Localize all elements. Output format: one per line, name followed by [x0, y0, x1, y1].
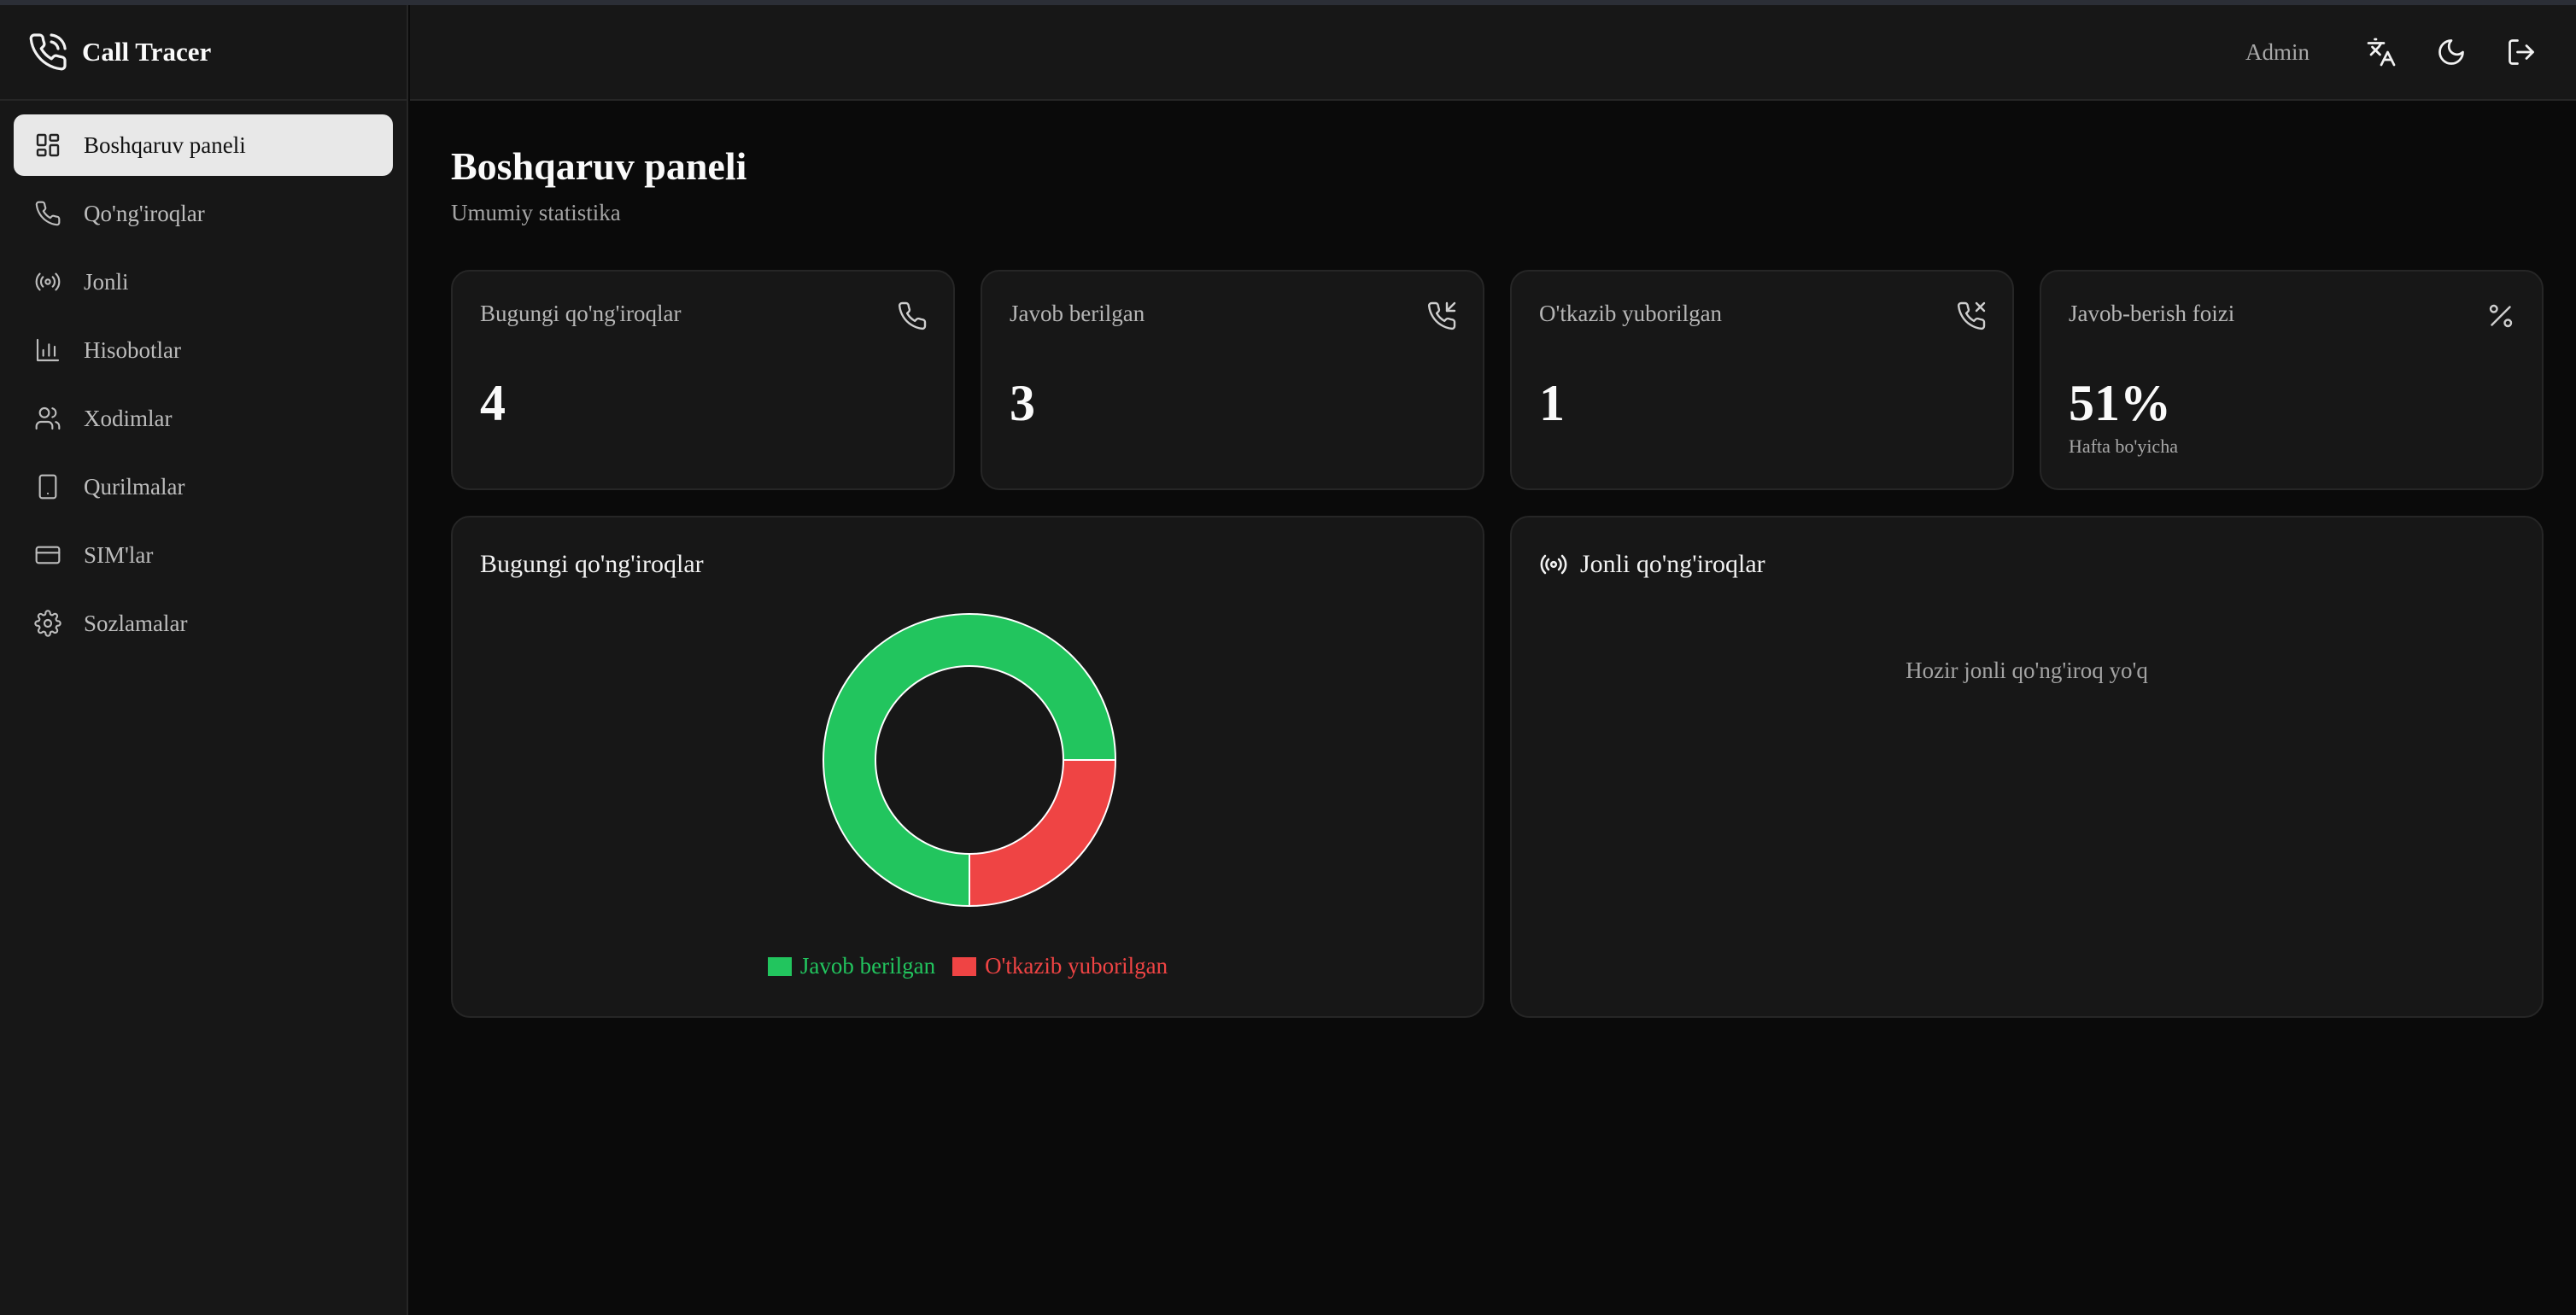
language-button[interactable]: [2357, 28, 2405, 76]
sidebar-item-settings[interactable]: Sozlamalar: [14, 593, 393, 654]
legend-label: Javob berilgan: [799, 953, 936, 979]
smartphone-icon: [38, 474, 57, 500]
live-panel-header: Jonli qo'ng'iroqlar: [1539, 550, 1765, 579]
stat-card-missed: O'tkazib yuborilgan 1: [1510, 270, 2014, 490]
sidebar-item-label: Boshqaruv paneli: [84, 132, 246, 158]
phone-icon: [35, 201, 61, 226]
stat-value: 4: [480, 375, 506, 431]
phone-call-icon: [29, 33, 67, 71]
sidebar-item-label: Qo'ng'iroqlar: [84, 200, 205, 226]
sidebar-item-calls[interactable]: Qo'ng'iroqlar: [14, 183, 393, 244]
stat-card-today: Bugungi qo'ng'iroqlar 4: [451, 270, 955, 490]
page-title: Boshqaruv paneli: [451, 144, 747, 188]
dashboard-icon: [36, 133, 60, 157]
sidebar: Call Tracer Boshqaruv paneli Qo'ng'iroql…: [0, 5, 408, 1315]
user-name[interactable]: Admin: [2245, 39, 2310, 66]
legend-swatch: [767, 956, 792, 976]
stat-value: 51%: [2069, 375, 2171, 431]
legend-label: O'tkazib yuborilgan: [985, 953, 1168, 979]
sidebar-item-live[interactable]: Jonli: [14, 251, 393, 313]
stat-card-answered: Javob berilgan 3: [981, 270, 1484, 490]
live-empty-message: Hozir jonli qo'ng'iroq yo'q: [1906, 658, 2148, 683]
stat-value: 3: [1010, 375, 1035, 431]
bar-chart-icon: [36, 338, 60, 362]
stat-title: Bugungi qo'ng'iroqlar: [480, 301, 682, 326]
sidebar-item-label: Xodimlar: [84, 405, 173, 431]
calls-donut-chart: [823, 613, 1117, 908]
phone-icon: [898, 301, 927, 330]
sidebar-item-label: Jonli: [84, 268, 129, 295]
app-name: Call Tracer: [82, 37, 212, 67]
stat-value: 1: [1539, 375, 1565, 431]
page-subtitle: Umumiy statistika: [451, 200, 621, 225]
sidebar-item-label: Sozlamalar: [84, 610, 188, 636]
legend-item-missed[interactable]: O'tkazib yuborilgan: [952, 953, 1168, 979]
radio-icon: [1540, 554, 1567, 575]
legend-item-answered[interactable]: Javob berilgan: [767, 953, 936, 979]
phone-incoming-icon: [1427, 301, 1456, 330]
moon-icon: [2438, 39, 2464, 65]
stat-card-answer-rate: Javob-berish foizi 51% Hafta bo'yicha: [2040, 270, 2544, 490]
logout-button[interactable]: [2497, 28, 2545, 76]
sidebar-item-dashboard[interactable]: Boshqaruv paneli: [14, 114, 393, 176]
credit-card-icon: [35, 546, 61, 564]
sidebar-item-sims[interactable]: SIM'lar: [14, 524, 393, 586]
top-header: Admin: [410, 5, 2576, 101]
radio-icon: [35, 272, 61, 291]
brand[interactable]: Call Tracer: [0, 5, 407, 101]
stat-title: Javob-berish foizi: [2069, 301, 2235, 326]
phone-missed-icon: [1957, 301, 1986, 330]
sidebar-nav: Boshqaruv paneli Qo'ng'iroqlar Jonli His…: [0, 101, 407, 675]
theme-toggle-button[interactable]: [2427, 28, 2475, 76]
stat-footnote: Hafta bo'yicha: [2069, 435, 2178, 457]
chart-legend: Javob berilgan O'tkazib yuborilgan: [453, 953, 1483, 979]
sidebar-item-employees[interactable]: Xodimlar: [14, 388, 393, 449]
translate-icon: [2367, 38, 2396, 67]
slice-missed[interactable]: [969, 759, 1117, 908]
stat-title: Javob berilgan: [1010, 301, 1145, 326]
legend-swatch: [952, 956, 977, 976]
stat-title: O'tkazib yuborilgan: [1539, 301, 1723, 326]
live-calls-panel: Jonli qo'ng'iroqlar Hozir jonli qo'ng'ir…: [1510, 516, 2544, 1018]
sidebar-item-label: SIM'lar: [84, 541, 154, 568]
sidebar-item-devices[interactable]: Qurilmalar: [14, 456, 393, 517]
logout-icon: [2509, 39, 2534, 65]
panel-title: Jonli qo'ng'iroqlar: [1580, 550, 1765, 578]
users-icon: [35, 406, 61, 430]
sidebar-item-label: Qurilmalar: [84, 473, 185, 500]
sidebar-item-label: Hisobotlar: [84, 336, 181, 363]
sidebar-item-reports[interactable]: Hisobotlar: [14, 319, 393, 381]
today-calls-panel: Bugungi qo'ng'iroqlar Javob berilgan O't…: [451, 516, 1484, 1018]
gear-icon: [34, 610, 61, 637]
percent-icon: [2489, 304, 2513, 328]
